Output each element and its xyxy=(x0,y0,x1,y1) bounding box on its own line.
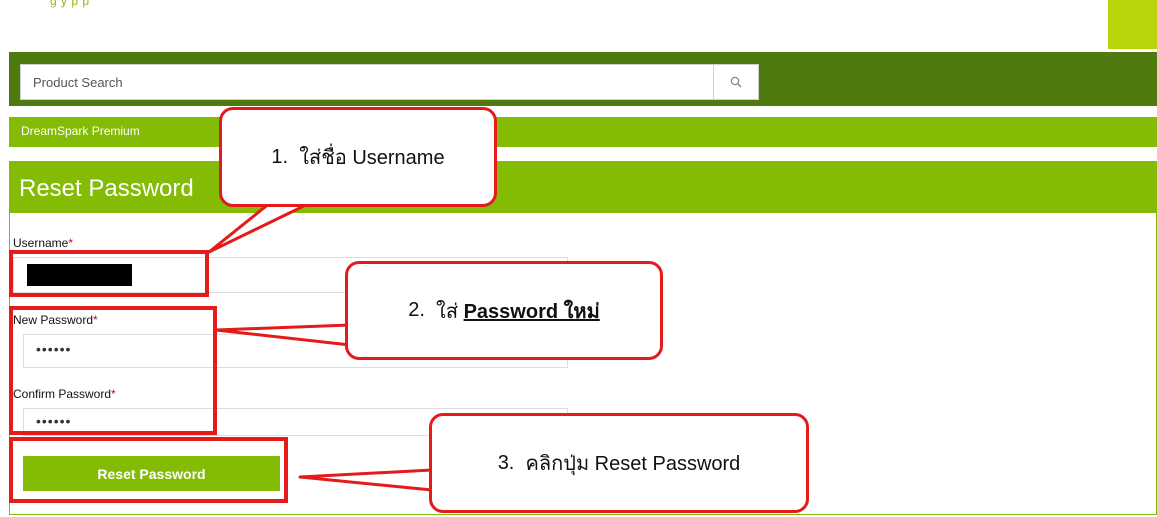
callout-step-3: 3. คลิกปุ่ม Reset Password xyxy=(429,413,809,513)
callout-2-text: ใส่ xyxy=(436,300,459,323)
callout-1-number: 1. xyxy=(271,145,289,168)
callout-step-2: 2. ใส่ Password ใหม่ xyxy=(345,261,663,360)
callout-step-1: 1. ใส่ชื่อ Username xyxy=(219,107,497,207)
callout-3-text: คลิกปุ่ม Reset Password xyxy=(525,453,741,475)
callout-2-number: 2. xyxy=(408,299,425,321)
callout-2-emphasis: Password ใหม่ xyxy=(463,300,600,323)
callout-1-text: ใส่ชื่อ Username xyxy=(299,147,445,169)
callout-3-number: 3. xyxy=(497,451,515,474)
